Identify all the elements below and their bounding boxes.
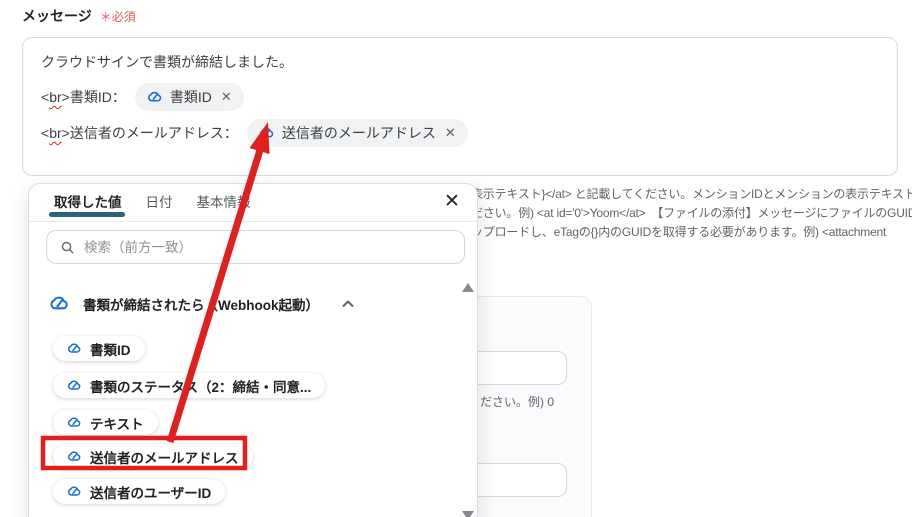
variable-item-text[interactable]: テキスト [53,410,158,435]
help-text: 表示テキスト}</at> と記載してください。メンションIDとメンションの表示テ… [471,185,912,242]
cloudsign-icon [68,417,81,427]
variable-picker-popup: 取得した値 日付 基本情報 ✕ 書類が締結されたら（Webhook起動） 書類I… [28,183,478,517]
remove-icon[interactable]: ✕ [445,123,456,143]
active-tab-indicator [49,212,125,217]
message-line-1: クラウドサインで書類が締結しました。 [41,54,293,70]
remove-icon[interactable]: ✕ [221,87,232,107]
cloudsign-icon [259,127,274,138]
field-label: メッセージ [22,8,92,24]
message-textarea[interactable]: クラウドサインで書類が締結しました。 <br>書類ID： 書類ID ✕ <br>… [22,37,898,176]
popup-close-button[interactable]: ✕ [439,189,465,215]
search-box [46,230,465,264]
chevron-up-icon [342,300,354,307]
variable-item-document-id[interactable]: 書類ID [53,336,145,361]
divider [29,221,477,222]
scroll-up-arrow[interactable] [462,283,474,292]
cloudsign-icon [68,343,81,353]
cloudsign-icon [68,486,81,496]
variable-item-sender-email[interactable]: 送信者のメールアドレス [53,444,253,469]
search-icon [61,241,74,254]
panel-caption: ださい。例) 0 [480,395,555,409]
cloudsign-icon [50,296,68,310]
help-text-line: ップロードし、eTagの{}内のGUIDを取得する必要があります。例) <att… [471,225,887,239]
message-line-3-text: <br>送信者のメールアドレス： [41,125,238,141]
tab-basic-info[interactable]: 基本情報 [197,191,251,221]
variable-item-document-status[interactable]: 書類のステータス（2：締結・同意... [53,373,326,398]
variable-item-label: 書類ID [90,342,131,358]
variable-chip-document-id[interactable]: 書類ID ✕ [134,83,244,111]
variable-chip-sender-email[interactable]: 送信者のメールアドレス ✕ [246,119,468,147]
variable-group-header[interactable]: 書類が締結されたら（Webhook起動） [49,293,354,314]
message-line-2: <br>書類ID： 書類ID ✕ [41,83,879,111]
spellcheck-wavy: br [49,125,62,141]
variable-item-label: テキスト [90,416,144,432]
cloudsign-icon [68,380,81,390]
cloudsign-icon [68,451,81,461]
variable-item-sender-user-id[interactable]: 送信者のユーザーID [53,479,226,504]
group-label: 書類が締結されたら（Webhook起動） [83,297,319,313]
chip-label: 送信者のメールアドレス [281,125,436,141]
variable-item-label: 送信者のユーザーID [90,485,212,501]
variable-item-label: 送信者のメールアドレス [90,450,239,466]
search-input[interactable] [84,239,464,255]
variable-item-label: 書類のステータス（2：締結・同意... [90,379,312,395]
tab-date[interactable]: 日付 [146,191,173,221]
message-line-3: <br>送信者のメールアドレス： 送信者のメールアドレス ✕ [41,119,879,147]
scroll-down-arrow[interactable] [462,511,474,517]
required-badge: ＊必須 [99,10,136,24]
page: メッセージ ＊必須 クラウドサインで書類が締結しました。 <br>書類ID： 書… [0,0,912,517]
spellcheck-wavy: br [49,89,62,105]
help-text-line: 表示テキスト}</at> と記載してください。メンションIDとメンションの表示テ… [471,187,912,201]
help-text-line: ださい。例) <at id='0'>Yoom</at> 【ファイルの添付】メッセ… [471,206,912,220]
cloudsign-icon [147,91,162,102]
field-label-row: メッセージ ＊必須 [22,6,136,26]
chip-label: 書類ID [169,89,212,105]
message-line-2-text: <br>書類ID： [41,89,126,105]
